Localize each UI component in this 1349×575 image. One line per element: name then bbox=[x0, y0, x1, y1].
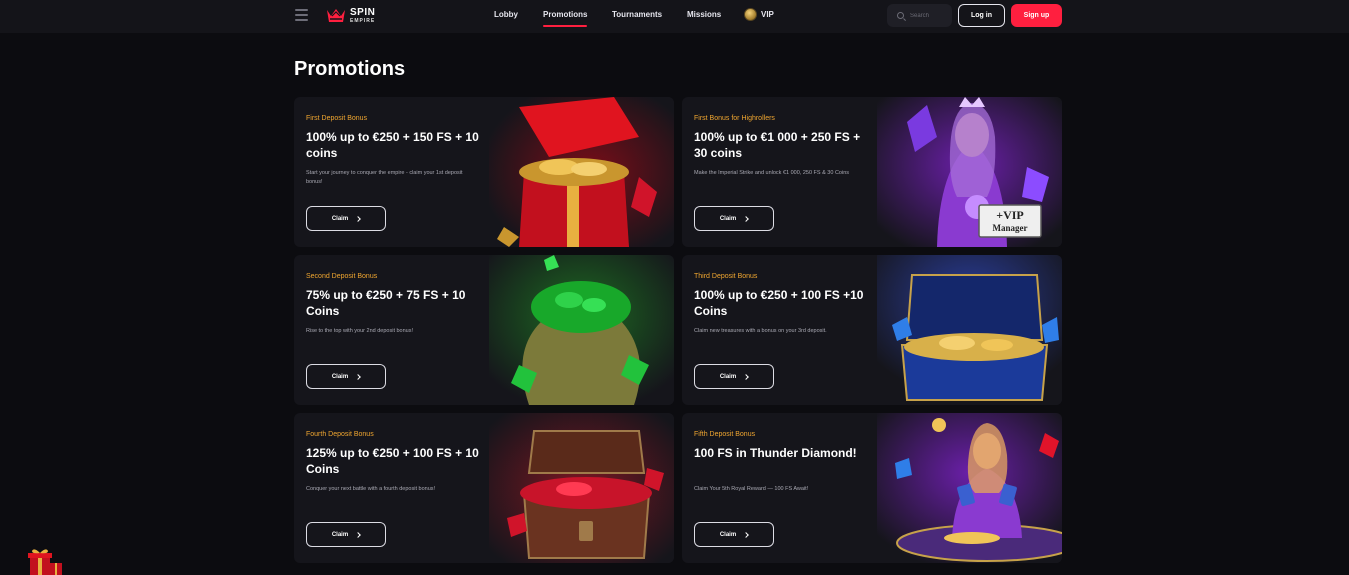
chevron-right-icon bbox=[743, 373, 750, 380]
claim-button[interactable]: Claim bbox=[694, 206, 774, 231]
card-dealer-art bbox=[877, 413, 1062, 563]
promo-card-fifth-deposit: Fifth Deposit Bonus 100 FS in Thunder Di… bbox=[682, 413, 1062, 563]
promo-title: 100% up to €250 + 100 FS +10 Coins bbox=[694, 288, 864, 318]
search-input[interactable] bbox=[910, 12, 950, 19]
promo-kicker: Fourth Deposit Bonus bbox=[306, 431, 374, 438]
chevron-right-icon bbox=[355, 531, 362, 538]
vip-art-text-2: Manager bbox=[993, 223, 1028, 233]
promo-kicker: First Bonus for Highrollers bbox=[694, 115, 775, 122]
nav-lobby[interactable]: Lobby bbox=[494, 10, 518, 19]
promo-title: 75% up to €250 + 75 FS + 10 Coins bbox=[306, 288, 466, 318]
gift-widget-icon[interactable] bbox=[20, 547, 66, 575]
claim-label: Claim bbox=[331, 215, 349, 222]
menu-icon[interactable] bbox=[295, 9, 308, 21]
search-icon bbox=[897, 12, 904, 19]
promo-title: 100 FS in Thunder Diamond! bbox=[694, 446, 857, 460]
nav-tournaments[interactable]: Tournaments bbox=[612, 10, 662, 19]
claim-label: Claim bbox=[331, 373, 349, 380]
chevron-right-icon bbox=[355, 215, 362, 222]
nav-promotions[interactable]: Promotions bbox=[543, 10, 588, 27]
promo-description: Claim new treasures with a bonus on your… bbox=[694, 328, 827, 334]
page-title: Promotions bbox=[294, 58, 406, 80]
crown-logo-icon bbox=[327, 9, 345, 22]
chevron-right-icon bbox=[743, 531, 750, 538]
promo-description: Rise to the top with your 2nd deposit bo… bbox=[306, 328, 414, 334]
top-navigation-bar: SPIN EMPIRE Lobby Promotions Tournaments… bbox=[0, 0, 1349, 33]
promo-description: Conquer your next battle with a fourth d… bbox=[306, 486, 436, 492]
claim-label: Claim bbox=[331, 531, 349, 538]
promo-title: 100% up to €250 + 150 FS + 10 coins bbox=[306, 130, 479, 160]
nav-vip[interactable]: VIP bbox=[761, 10, 774, 19]
signup-button[interactable]: Sign up bbox=[1011, 4, 1062, 27]
promo-description: Claim Your 5th Royal Reward — 100 FS Awa… bbox=[694, 486, 809, 492]
site-logo[interactable]: SPIN EMPIRE bbox=[326, 5, 375, 27]
claim-label: Claim bbox=[719, 531, 737, 538]
vip-art-text-1: +VIP bbox=[996, 208, 1024, 222]
claim-label: Claim bbox=[719, 215, 737, 222]
promo-title: 125% up to €250 + 100 FS + 10 Coins bbox=[306, 446, 479, 476]
emerald-sack-art bbox=[489, 255, 674, 405]
vip-queen-art: +VIP Manager bbox=[877, 97, 1062, 247]
promo-description: Make the Imperial Strike and unlock €1 0… bbox=[694, 170, 850, 176]
promo-card-third-deposit: Third Deposit Bonus 100% up to €250 + 10… bbox=[682, 255, 1062, 405]
claim-label: Claim bbox=[719, 373, 737, 380]
promo-kicker: Second Deposit Bonus bbox=[306, 273, 378, 280]
promo-kicker: First Deposit Bonus bbox=[306, 115, 368, 122]
promo-title: 100% up to €1 000 + 250 FS + 30 coins bbox=[694, 130, 861, 160]
logo-text-empire: EMPIRE bbox=[350, 18, 376, 24]
blue-treasure-chest-art bbox=[877, 255, 1062, 405]
login-button[interactable]: Log in bbox=[958, 4, 1005, 27]
promo-card-fourth-deposit: Fourth Deposit Bonus 125% up to €250 + 1… bbox=[294, 413, 674, 563]
promo-card-highrollers: +VIP Manager First Bonus for Highrollers… bbox=[682, 97, 1062, 247]
claim-button[interactable]: Claim bbox=[306, 206, 386, 231]
chevron-right-icon bbox=[743, 215, 750, 222]
claim-button[interactable]: Claim bbox=[694, 522, 774, 547]
promo-card-second-deposit: Second Deposit Bonus 75% up to €250 + 75… bbox=[294, 255, 674, 405]
promo-description: Start your journey to conquer the empire… bbox=[306, 170, 463, 185]
promo-kicker: Fifth Deposit Bonus bbox=[694, 431, 756, 438]
search-box[interactable] bbox=[887, 4, 952, 27]
promo-card-first-deposit: First Deposit Bonus 100% up to €250 + 15… bbox=[294, 97, 674, 247]
chevron-right-icon bbox=[355, 373, 362, 380]
nav-missions[interactable]: Missions bbox=[687, 10, 721, 19]
logo-text-spin: SPIN bbox=[350, 7, 376, 18]
claim-button[interactable]: Claim bbox=[306, 522, 386, 547]
claim-button[interactable]: Claim bbox=[694, 364, 774, 389]
red-gift-chest-art bbox=[489, 97, 674, 247]
promo-kicker: Third Deposit Bonus bbox=[694, 273, 758, 280]
vip-badge-icon[interactable] bbox=[744, 8, 757, 21]
claim-button[interactable]: Claim bbox=[306, 364, 386, 389]
ruby-treasure-chest-art bbox=[489, 413, 674, 563]
